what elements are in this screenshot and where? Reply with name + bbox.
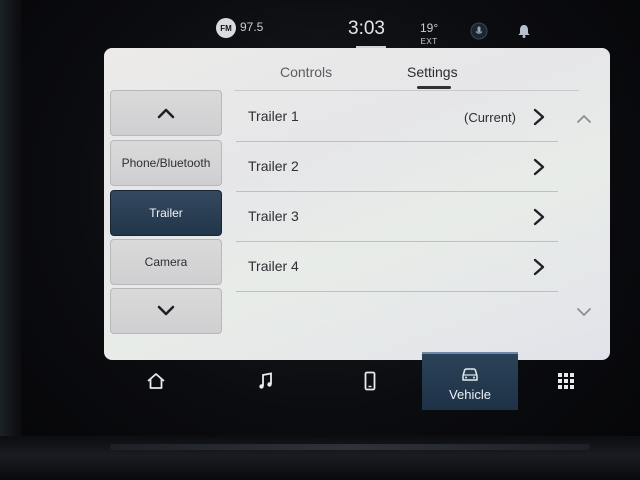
dock-media-button[interactable] bbox=[238, 352, 294, 410]
apps-grid-icon bbox=[558, 373, 574, 389]
bezel-bottom bbox=[0, 436, 640, 480]
side-nav-scroll-down-button[interactable] bbox=[110, 288, 222, 334]
dock-home-button[interactable] bbox=[128, 352, 184, 410]
tab-bar: Controls Settings bbox=[104, 48, 610, 89]
bezel-ridge bbox=[110, 444, 590, 450]
temperature-label: EXT bbox=[420, 37, 438, 46]
list-scroll-up-icon[interactable] bbox=[574, 112, 594, 126]
trailer-name: Trailer 2 bbox=[248, 158, 299, 174]
chevron-right-icon bbox=[533, 108, 545, 126]
list-item-trailer-1[interactable]: Trailer 1 (Current) bbox=[236, 92, 558, 142]
home-icon bbox=[147, 373, 165, 389]
bezel-left-edge bbox=[0, 0, 22, 480]
trailer-name: Trailer 4 bbox=[248, 258, 299, 274]
list-item-trailer-4[interactable]: Trailer 4 bbox=[236, 242, 558, 292]
trailer-name: Trailer 1 bbox=[248, 108, 299, 124]
list-item-trailer-2[interactable]: Trailer 2 bbox=[236, 142, 558, 192]
chevron-right-icon bbox=[533, 258, 545, 276]
chevron-right-icon bbox=[533, 208, 545, 226]
status-bar: FM 97.5 3:03 19° EXT bbox=[200, 12, 550, 48]
temperature-value: 19° bbox=[420, 21, 439, 35]
side-nav-item-phone-bluetooth[interactable]: Phone/Bluetooth bbox=[110, 140, 222, 186]
clock: 3:03 bbox=[348, 18, 385, 39]
phone-icon bbox=[364, 371, 376, 391]
bottom-dock: Vehicle bbox=[98, 352, 618, 412]
side-nav-item-camera[interactable]: Camera bbox=[110, 239, 222, 285]
tab-divider bbox=[234, 90, 579, 91]
active-tab-indicator bbox=[417, 86, 451, 89]
radio-band-badge[interactable]: FM bbox=[216, 18, 236, 38]
side-nav-item-trailer[interactable]: Trailer bbox=[110, 190, 222, 236]
notification-bell-icon[interactable] bbox=[515, 22, 533, 40]
chevron-down-icon bbox=[157, 305, 175, 316]
dock-apps-button[interactable] bbox=[538, 352, 594, 410]
dock-vehicle-label: Vehicle bbox=[449, 386, 491, 402]
list-item-trailer-3[interactable]: Trailer 3 bbox=[236, 192, 558, 242]
chevron-right-icon bbox=[533, 158, 545, 176]
microphone-icon[interactable] bbox=[470, 22, 488, 40]
radio-frequency[interactable]: 97.5 bbox=[240, 20, 263, 34]
side-nav-scroll-up-button[interactable] bbox=[110, 90, 222, 136]
dock-vehicle-button[interactable]: Vehicle bbox=[422, 352, 518, 410]
tab-controls[interactable]: Controls bbox=[280, 64, 332, 80]
tab-settings[interactable]: Settings bbox=[407, 64, 458, 80]
trailer-name: Trailer 3 bbox=[248, 208, 299, 224]
music-note-icon bbox=[259, 372, 272, 389]
outside-temperature: 19° EXT bbox=[420, 22, 438, 48]
vehicle-icon bbox=[462, 367, 478, 381]
trailer-status: (Current) bbox=[463, 110, 516, 125]
settings-screen: Controls Settings Phone/Bluetooth Traile… bbox=[104, 48, 610, 360]
trailer-list: Trailer 1 (Current) Trailer 2 Trailer 3 … bbox=[236, 92, 558, 292]
chevron-up-icon bbox=[157, 108, 175, 119]
dock-phone-button[interactable] bbox=[342, 352, 398, 410]
list-scroll-down-icon[interactable] bbox=[574, 305, 594, 319]
